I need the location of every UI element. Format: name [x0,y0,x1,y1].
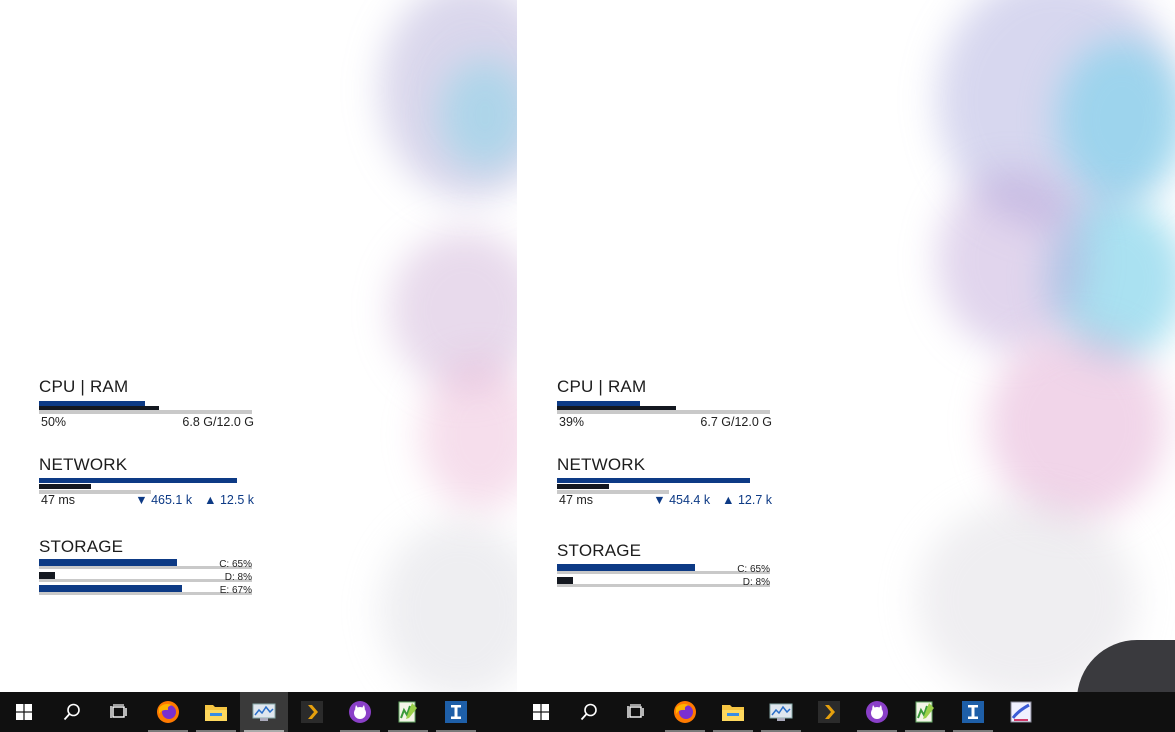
drive-e-bar [39,585,182,592]
ping-value: 47 ms [41,493,76,507]
cpu-ram-widget-left: CPU | RAM 50% 6.8 G/12.0 G [39,377,254,429]
notepad-plus-plus-icon[interactable] [384,692,432,732]
cpu-ram-values: 50% 6.8 G/12.0 G [39,415,254,429]
cat-app-icon[interactable] [336,692,384,732]
download-speed: ▼ 465.1 k [135,493,193,507]
task-view-icon[interactable] [613,692,661,732]
upload-speed: ▲ 12.7 k [722,493,772,507]
wallpaper-blob [937,170,1087,350]
drive-d-track [557,584,770,587]
network-widget-right: NETWORK 47 ms ▼ 454.4 k ▲ 12.7 k [557,455,772,507]
cpu-percent: 50% [41,415,67,429]
upload-bar [39,484,91,489]
network-values: 47 ms ▼ 465.1 k ▲ 12.5 k [39,493,254,507]
plex-icon[interactable] [288,692,336,732]
network-values: 47 ms ▼ 454.4 k ▲ 12.7 k [557,493,772,507]
upload-speed: ▲ 12.5 k [204,493,254,507]
storage-title: STORAGE [557,541,642,560]
firefox-icon[interactable] [661,692,709,732]
resource-monitor-icon[interactable] [240,692,288,732]
drive-d-bar [39,572,55,579]
windows-start-icon[interactable] [0,692,48,732]
drive-d-bar [557,577,573,584]
storage-title: STORAGE [39,537,124,556]
desktop-right: CPU | RAM 39% 6.7 G/12.0 G NETWORK 47 ms… [517,0,1175,692]
text-editor-icon[interactable] [949,692,997,732]
notepad-plus-plus-icon[interactable] [901,692,949,732]
cpu-ram-values: 39% 6.7 G/12.0 G [557,415,772,429]
network-bars [557,476,772,494]
storage-widget-right: STORAGE C: 65% D: 8% [557,541,772,591]
drive-c-bar [39,559,177,566]
download-speed: ▼ 454.4 k [653,493,711,507]
taskbar-left [0,692,480,732]
taskbar-right [517,692,1045,732]
wallpaper-blob [380,520,517,692]
cpu-ram-bars [557,398,772,415]
resource-monitor-icon[interactable] [757,692,805,732]
search-icon[interactable] [565,692,613,732]
ping-value: 47 ms [559,493,594,507]
task-view-icon[interactable] [96,692,144,732]
drive-e-label: E: 67% [219,585,252,596]
cpu-ram-widget-right: CPU | RAM 39% 6.7 G/12.0 G [557,377,772,429]
desktop-left: CPU | RAM 50% 6.8 G/12.0 G NETWORK 47 ms… [0,0,517,692]
usage-track [557,410,770,414]
drive-c-label: C: 65% [737,564,770,575]
network-speeds: ▼ 465.1 k ▲ 12.5 k [135,493,254,507]
cpu-ram-title: CPU | RAM [557,377,647,396]
cpu-ram-title: CPU | RAM [39,377,129,396]
taskbar [0,692,1175,732]
plex-icon[interactable] [805,692,853,732]
network-bars [39,476,254,494]
windows-start-icon[interactable] [517,692,565,732]
wallpaper-blob [1057,40,1175,200]
drive-c-label: C: 65% [219,559,252,570]
network-track [557,490,669,494]
ram-text: 6.7 G/12.0 G [700,415,772,429]
file-explorer-icon[interactable] [192,692,240,732]
cat-app-icon[interactable] [853,692,901,732]
search-icon[interactable] [48,692,96,732]
text-editor-icon[interactable] [432,692,480,732]
drive-c-bar [557,564,695,571]
drive-d-track [39,579,252,582]
drive-d-label: D: 8% [742,577,770,588]
storage-bars: C: 65% D: 8% E: 67% [39,557,254,597]
storage-widget-left: STORAGE C: 65% D: 8% E: 67% [39,537,254,597]
network-track [39,490,151,494]
paint-icon[interactable] [997,692,1045,732]
network-widget-left: NETWORK 47 ms ▼ 465.1 k ▲ 12.5 k [39,455,254,507]
network-speeds: ▼ 454.4 k ▲ 12.7 k [653,493,772,507]
wallpaper-blob [987,330,1167,520]
download-bar [557,478,750,483]
upload-bar [557,484,609,489]
download-bar [39,478,237,483]
file-explorer-icon[interactable] [709,692,757,732]
cpu-percent: 39% [559,415,585,429]
firefox-icon[interactable] [144,692,192,732]
usage-track [39,410,252,414]
network-title: NETWORK [39,455,128,474]
cpu-ram-bars [39,398,254,415]
network-title: NETWORK [557,455,646,474]
storage-bars: C: 65% D: 8% [557,561,772,591]
ram-text: 6.8 G/12.0 G [182,415,254,429]
drive-d-label: D: 8% [224,572,252,583]
